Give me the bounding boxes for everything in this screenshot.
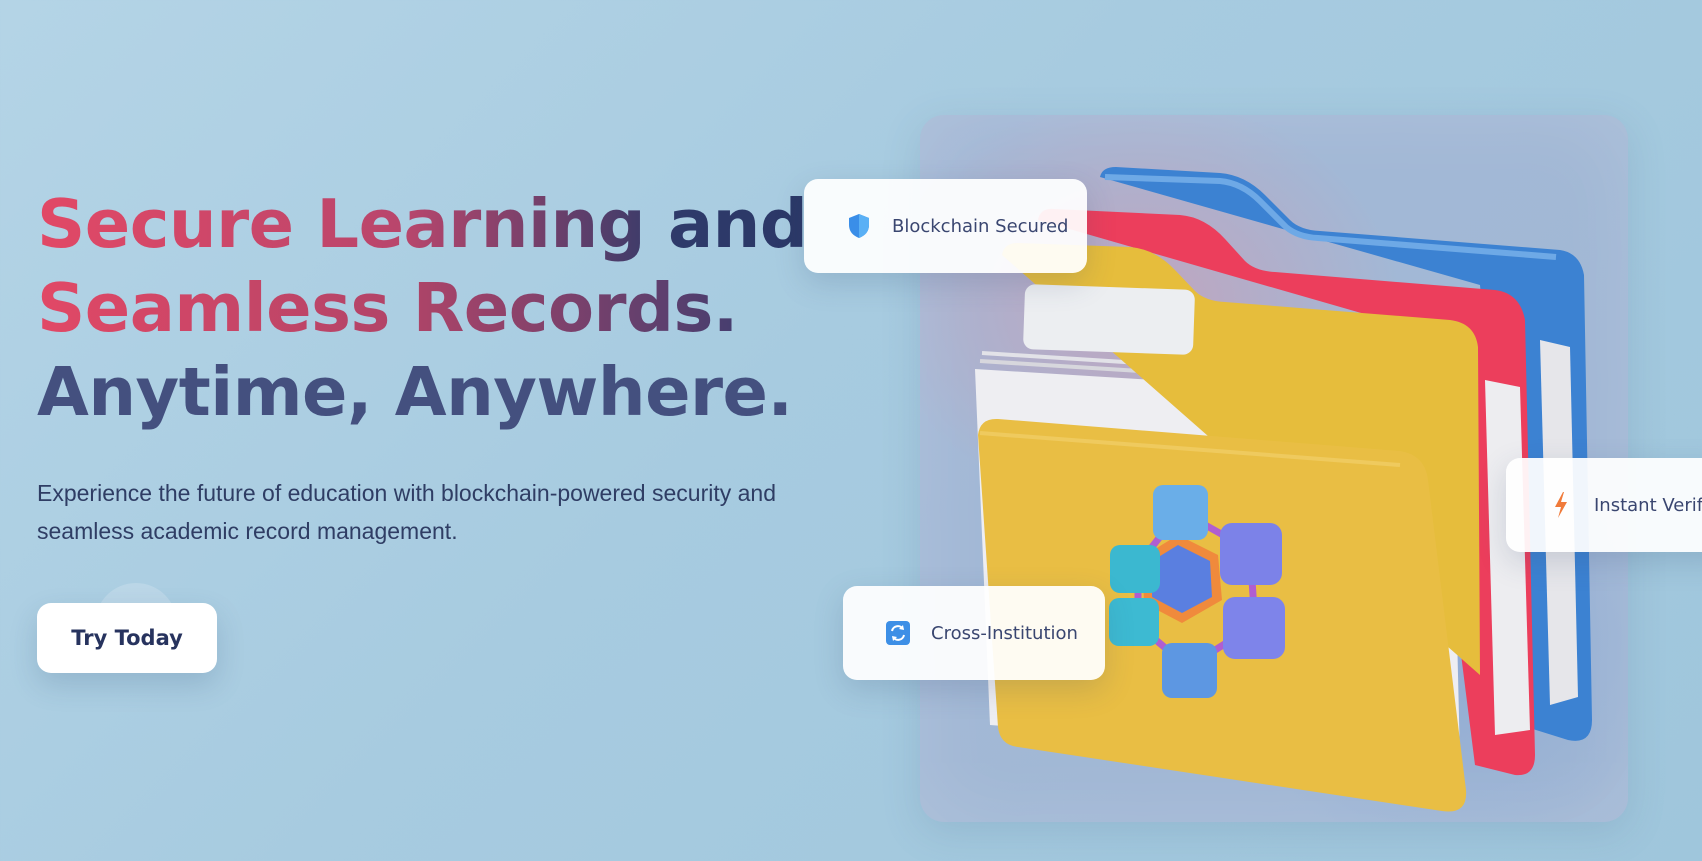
shield-icon [846, 213, 872, 239]
subtitle-line-1: Experience the future of education with … [37, 480, 776, 506]
sync-icon [885, 620, 911, 646]
folder-label-tab [1023, 284, 1195, 355]
headline-line-1-a: Secure Learning [37, 185, 646, 263]
cta-area: Try Today [37, 583, 217, 673]
hero-headline: Secure Learning and Seamless Records. An… [37, 182, 857, 434]
try-today-button[interactable]: Try Today [37, 603, 217, 673]
badge-label: Cross-Institution [931, 622, 1078, 644]
headline-line-2: Seamless Records. [37, 266, 857, 350]
headline-line-1: Secure Learning and [37, 182, 857, 266]
headline-line-3: Anytime, Anywhere. [37, 353, 793, 431]
badge-label: Blockchain Secured [892, 215, 1069, 237]
badge-instant-verification: Instant Verif [1506, 458, 1702, 552]
badge-cross-institution: Cross-Institution [843, 586, 1105, 680]
headline-line-1-b: and [667, 185, 808, 263]
lightning-icon [1548, 492, 1574, 518]
subtitle-line-2: seamless academic record management. [37, 518, 458, 544]
badge-blockchain-secured: Blockchain Secured [804, 179, 1087, 273]
hero-section: Secure Learning and Seamless Records. An… [37, 182, 857, 550]
hero-subtitle: Experience the future of education with … [37, 474, 837, 550]
badge-label: Instant Verif [1594, 494, 1702, 516]
